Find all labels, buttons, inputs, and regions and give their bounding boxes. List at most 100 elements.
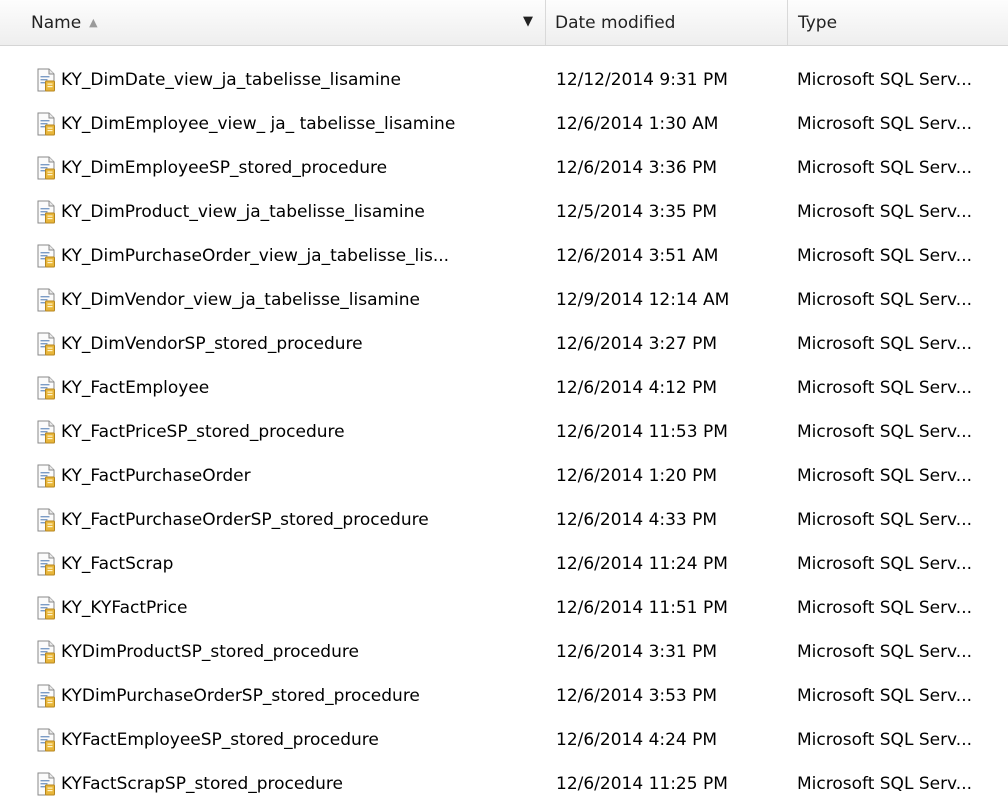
type-column-header[interactable]: Type — [787, 0, 1008, 45]
date-modified-cell: 12/6/2014 1:30 AM — [556, 102, 784, 146]
file-name: KY_DimPurchaseOrder_view_ja_tabelisse_li… — [61, 246, 450, 266]
file-row[interactable]: KY_DimEmployee_view_ ja_ tabelisse_lisam… — [0, 102, 1008, 146]
date-modified-cell: 12/6/2014 4:12 PM — [556, 366, 784, 410]
sort-ascending-icon: ▲ — [89, 16, 98, 29]
file-name-cell: KY_FactEmployee — [36, 366, 546, 410]
date-modified-cell: 12/9/2014 12:14 AM — [556, 278, 784, 322]
type-cell: Microsoft SQL Serv... — [797, 498, 1008, 542]
file-row[interactable]: KY_DimVendor_view_ja_tabelisse_lisamine … — [0, 278, 1008, 322]
file-name-cell: KY_DimProduct_view_ja_tabelisse_lisamine — [36, 190, 546, 234]
file-rows: KY_DimDate_view_ja_tabelisse_lisamine 12… — [0, 58, 1008, 806]
file-name: KY_DimEmployee_view_ ja_ tabelisse_lisam… — [61, 114, 456, 134]
file-row[interactable]: KYDimProductSP_stored_procedure 12/6/201… — [0, 630, 1008, 674]
file-type: Microsoft SQL Serv... — [797, 774, 973, 794]
name-column-header[interactable]: Name ▲ — [0, 0, 545, 45]
file-name: KY_FactScrap — [61, 554, 174, 574]
file-type: Microsoft SQL Serv... — [797, 378, 973, 398]
file-row[interactable]: KY_DimVendorSP_stored_procedure 12/6/201… — [0, 322, 1008, 366]
type-cell: Microsoft SQL Serv... — [797, 234, 1008, 278]
file-date: 12/6/2014 4:12 PM — [556, 378, 718, 398]
type-cell: Microsoft SQL Serv... — [797, 410, 1008, 454]
date-modified-cell: 12/6/2014 4:33 PM — [556, 498, 784, 542]
file-name: KY_FactEmployee — [61, 378, 210, 398]
date-modified-cell: 12/6/2014 11:51 PM — [556, 586, 784, 630]
file-name-cell: KYFactScrapSP_stored_procedure — [36, 762, 546, 806]
date-modified-cell: 12/5/2014 3:35 PM — [556, 190, 784, 234]
file-type: Microsoft SQL Serv... — [797, 554, 973, 574]
sql-file-icon — [37, 640, 55, 664]
file-name: KYDimPurchaseOrderSP_stored_procedure — [61, 686, 420, 706]
file-date: 12/6/2014 11:25 PM — [556, 774, 728, 794]
file-date: 12/6/2014 4:24 PM — [556, 730, 718, 750]
type-cell: Microsoft SQL Serv... — [797, 146, 1008, 190]
chevron-down-icon[interactable]: ▼ — [523, 14, 533, 29]
file-row[interactable]: KY_DimPurchaseOrder_view_ja_tabelisse_li… — [0, 234, 1008, 278]
file-name: KY_FactPurchaseOrder — [61, 466, 251, 486]
sql-file-icon — [37, 112, 55, 136]
name-column-label: Name — [31, 12, 82, 33]
file-name-cell: KY_DimEmployee_view_ ja_ tabelisse_lisam… — [36, 102, 546, 146]
date-modified-cell: 12/6/2014 11:25 PM — [556, 762, 784, 806]
file-name-cell: KYDimPurchaseOrderSP_stored_procedure — [36, 674, 546, 718]
file-type: Microsoft SQL Serv... — [797, 114, 973, 134]
file-type: Microsoft SQL Serv... — [797, 510, 973, 530]
file-name-cell: KYDimProductSP_stored_procedure — [36, 630, 546, 674]
type-cell: Microsoft SQL Serv... — [797, 322, 1008, 366]
file-date: 12/6/2014 1:30 AM — [556, 114, 719, 134]
date-modified-cell: 12/6/2014 1:20 PM — [556, 454, 784, 498]
file-row[interactable]: KY_DimProduct_view_ja_tabelisse_lisamine… — [0, 190, 1008, 234]
file-name: KY_FactPriceSP_stored_procedure — [61, 422, 345, 442]
file-row[interactable]: KYDimPurchaseOrderSP_stored_procedure 12… — [0, 674, 1008, 718]
sql-file-icon — [37, 68, 55, 92]
file-type: Microsoft SQL Serv... — [797, 730, 973, 750]
file-date: 12/6/2014 11:51 PM — [556, 598, 728, 618]
file-row[interactable]: KY_DimEmployeeSP_stored_procedure 12/6/2… — [0, 146, 1008, 190]
file-name-cell: KYFactEmployeeSP_stored_procedure — [36, 718, 546, 762]
file-row[interactable]: KYFactScrapSP_stored_procedure 12/6/2014… — [0, 762, 1008, 806]
file-row[interactable]: KY_DimDate_view_ja_tabelisse_lisamine 12… — [0, 58, 1008, 102]
type-cell: Microsoft SQL Serv... — [797, 454, 1008, 498]
type-cell: Microsoft SQL Serv... — [797, 630, 1008, 674]
sql-file-icon — [37, 332, 55, 356]
file-date: 12/6/2014 3:53 PM — [556, 686, 718, 706]
type-cell: Microsoft SQL Serv... — [797, 718, 1008, 762]
file-name-cell: KY_FactPurchaseOrder — [36, 454, 546, 498]
file-row[interactable]: KY_FactEmployee 12/6/2014 4:12 PM Micros… — [0, 366, 1008, 410]
file-name: KY_DimProduct_view_ja_tabelisse_lisamine — [61, 202, 425, 222]
type-cell: Microsoft SQL Serv... — [797, 102, 1008, 146]
file-date: 12/6/2014 1:20 PM — [556, 466, 718, 486]
file-type: Microsoft SQL Serv... — [797, 290, 973, 310]
date-modified-column-label: Date modified — [555, 12, 676, 33]
file-name-cell: KY_DimDate_view_ja_tabelisse_lisamine — [36, 58, 546, 102]
file-name: KYFactScrapSP_stored_procedure — [61, 774, 343, 794]
sql-file-icon — [37, 464, 55, 488]
file-name: KY_DimVendorSP_stored_procedure — [61, 334, 363, 354]
file-row[interactable]: KY_FactScrap 12/6/2014 11:24 PM Microsof… — [0, 542, 1008, 586]
file-row[interactable]: KY_FactPurchaseOrderSP_stored_procedure … — [0, 498, 1008, 542]
file-date: 12/12/2014 9:31 PM — [556, 70, 728, 90]
file-row[interactable]: KY_KYFactPrice 12/6/2014 11:51 PM Micros… — [0, 586, 1008, 630]
sql-file-icon — [37, 244, 55, 268]
file-name: KY_FactPurchaseOrderSP_stored_procedure — [61, 510, 429, 530]
sql-file-icon — [37, 376, 55, 400]
file-date: 12/6/2014 3:27 PM — [556, 334, 718, 354]
file-row[interactable]: KY_FactPriceSP_stored_procedure 12/6/201… — [0, 410, 1008, 454]
file-type: Microsoft SQL Serv... — [797, 158, 973, 178]
type-cell: Microsoft SQL Serv... — [797, 190, 1008, 234]
sql-file-icon — [37, 156, 55, 180]
date-modified-cell: 12/6/2014 3:27 PM — [556, 322, 784, 366]
date-modified-cell: 12/6/2014 3:51 AM — [556, 234, 784, 278]
file-row[interactable]: KY_FactPurchaseOrder 12/6/2014 1:20 PM M… — [0, 454, 1008, 498]
file-type: Microsoft SQL Serv... — [797, 598, 973, 618]
file-name-cell: KY_DimPurchaseOrder_view_ja_tabelisse_li… — [36, 234, 546, 278]
date-modified-cell: 12/6/2014 11:53 PM — [556, 410, 784, 454]
file-name-cell: KY_DimVendor_view_ja_tabelisse_lisamine — [36, 278, 546, 322]
date-modified-cell: 12/12/2014 9:31 PM — [556, 58, 784, 102]
sql-file-icon — [37, 772, 55, 796]
date-modified-cell: 12/6/2014 3:36 PM — [556, 146, 784, 190]
file-row[interactable]: KYFactEmployeeSP_stored_procedure 12/6/2… — [0, 718, 1008, 762]
file-name: KY_DimEmployeeSP_stored_procedure — [61, 158, 388, 178]
file-name-cell: KY_DimEmployeeSP_stored_procedure — [36, 146, 546, 190]
date-modified-column-header[interactable]: Date modified — [545, 0, 787, 45]
type-column-label: Type — [798, 12, 838, 33]
